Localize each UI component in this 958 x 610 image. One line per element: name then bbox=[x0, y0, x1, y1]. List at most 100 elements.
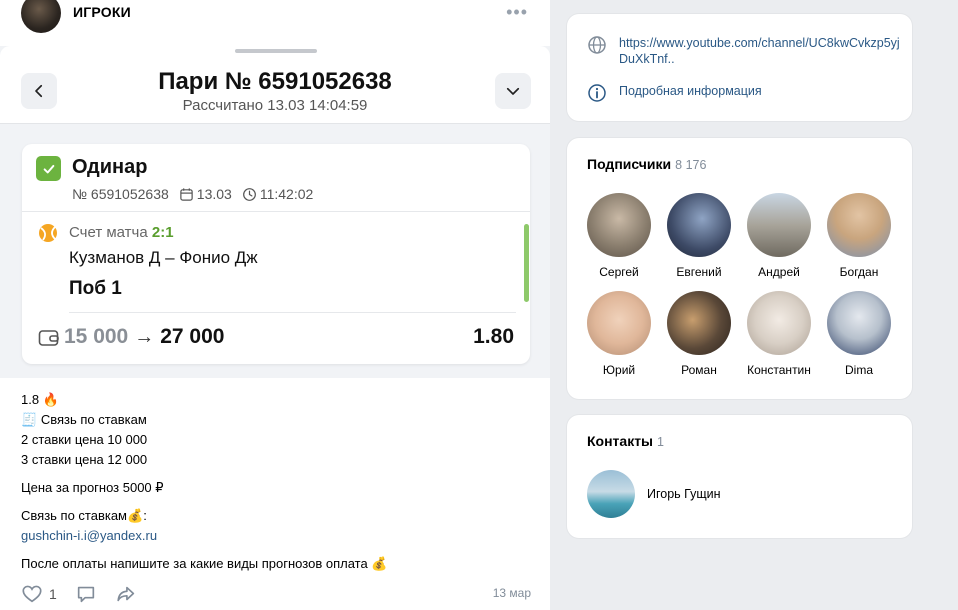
market-label: Счет матча 2:1 bbox=[69, 224, 174, 241]
subscribers-grid: Сергей Евгений Андрей Богдан Юрий Роман … bbox=[579, 193, 899, 377]
drag-handle bbox=[235, 49, 317, 53]
heart-icon bbox=[22, 585, 42, 603]
youtube-channel-link[interactable]: https://www.youtube.com/channel/UC8kwCvk… bbox=[619, 35, 904, 67]
email-link[interactable]: gushchin-i.i@yandex.ru bbox=[21, 528, 157, 543]
market-score: 2:1 bbox=[151, 224, 174, 241]
subscriber-name[interactable]: Богдан bbox=[840, 265, 879, 279]
money-bag-icon: 💰 bbox=[127, 508, 144, 523]
post-actions: 1 13 мар bbox=[21, 582, 531, 606]
like-button[interactable]: 1 bbox=[21, 583, 57, 605]
post-header: ИГРОКИ ••• bbox=[0, 0, 550, 46]
subscribers-widget: Подписчики 8 176 Сергей Евгений Андрей Бо… bbox=[567, 138, 912, 399]
contact-name[interactable]: Игорь Гущин bbox=[647, 487, 721, 501]
contact-item[interactable]: Игорь Гущин bbox=[587, 470, 721, 518]
comment-icon bbox=[77, 586, 94, 603]
globe-icon bbox=[588, 36, 606, 54]
divider bbox=[22, 211, 530, 212]
text-line: 2 ставки цена 10 000 bbox=[21, 432, 148, 447]
subscribers-label: Подписчики bbox=[587, 156, 672, 172]
money-bag-icon: 💰 bbox=[371, 556, 388, 571]
subscriber-item[interactable]: Андрей bbox=[739, 193, 819, 279]
payout-amount: 27 000 bbox=[160, 325, 225, 348]
subscriber-name[interactable]: Андрей bbox=[758, 265, 800, 279]
bet-time: 11:42:02 bbox=[259, 186, 314, 202]
detailed-info-link[interactable]: Подробная информация bbox=[619, 83, 904, 99]
subscribers-count: 8 176 bbox=[675, 158, 707, 172]
avatar[interactable] bbox=[827, 291, 891, 355]
subscriber-item[interactable]: Константин bbox=[739, 291, 819, 377]
subscriber-name[interactable]: Роман bbox=[681, 363, 717, 377]
avatar[interactable] bbox=[827, 193, 891, 257]
text-line: 1.8 bbox=[21, 392, 40, 407]
bet-type: Одинар bbox=[72, 156, 148, 178]
bet-meta: № 6591052638 13.03 11:42:02 bbox=[72, 186, 313, 202]
text-line: : bbox=[143, 508, 147, 523]
info-icon bbox=[588, 84, 606, 102]
share-button[interactable] bbox=[115, 583, 137, 605]
match-name: Кузманов Д – Фонио Дж bbox=[69, 248, 258, 267]
bet-screenshot: Пари № 6591052638 Рассчитано 13.03 14:04… bbox=[0, 46, 550, 378]
subscriber-item[interactable]: Dima bbox=[819, 291, 899, 377]
contacts-label: Контакты bbox=[587, 433, 654, 449]
odds-value: 1.80 bbox=[473, 325, 514, 348]
share-icon bbox=[117, 586, 134, 602]
expand-button[interactable] bbox=[495, 73, 531, 109]
subscriber-item[interactable]: Богдан bbox=[819, 193, 899, 279]
subscriber-item[interactable]: Юрий bbox=[579, 291, 659, 377]
bet-topbar: Пари № 6591052638 Рассчитано 13.03 14:04… bbox=[0, 46, 550, 124]
more-options-icon[interactable]: ••• bbox=[506, 2, 528, 23]
links-widget: https://www.youtube.com/channel/UC8kwCvk… bbox=[567, 14, 912, 121]
avatar[interactable] bbox=[587, 291, 651, 355]
bet-number: № 6591052638 bbox=[72, 186, 169, 202]
text-line: Цена за прогноз 5000 ₽ bbox=[21, 480, 164, 495]
post-text: 1.8 🔥 🧾 Связь по ставкам 2 ставки цена 1… bbox=[21, 390, 541, 574]
receipt-icon: 🧾 bbox=[21, 412, 38, 427]
stake-amount: 15 000 bbox=[64, 325, 129, 348]
clock-icon bbox=[242, 187, 256, 201]
website-link-row[interactable]: https://www.youtube.com/channel/UC8kwCvk… bbox=[587, 35, 904, 67]
chevron-down-icon bbox=[506, 87, 520, 95]
bet-card: Одинар № 6591052638 13.03 11:42:02 Счет … bbox=[22, 144, 530, 364]
subscriber-name[interactable]: Константин bbox=[747, 363, 811, 377]
post-author-name[interactable]: ИГРОКИ bbox=[73, 4, 131, 20]
contacts-title[interactable]: Контакты 1 bbox=[587, 433, 664, 449]
avatar[interactable] bbox=[587, 193, 651, 257]
info-link-row[interactable]: Подробная информация bbox=[587, 83, 904, 103]
avatar[interactable] bbox=[747, 193, 811, 257]
author-avatar[interactable] bbox=[21, 0, 61, 33]
avatar[interactable] bbox=[667, 291, 731, 355]
calendar-icon bbox=[180, 187, 193, 201]
comment-button[interactable] bbox=[75, 583, 97, 605]
post-date[interactable]: 13 мар bbox=[493, 586, 531, 600]
check-icon bbox=[36, 156, 61, 181]
avatar[interactable] bbox=[667, 193, 731, 257]
tennis-ball-icon bbox=[39, 224, 57, 242]
bet-outcome: Поб 1 bbox=[69, 278, 122, 299]
contacts-widget: Контакты 1 Игорь Гущин bbox=[567, 415, 912, 538]
arrow-right-icon: → bbox=[134, 325, 155, 348]
subscribers-title[interactable]: Подписчики 8 176 bbox=[587, 156, 706, 172]
bet-title: Пари № 6591052638 bbox=[158, 68, 392, 95]
subscriber-item[interactable]: Роман bbox=[659, 291, 739, 377]
wall-post: ИГРОКИ ••• Пари № 6591052638 Рассчитано … bbox=[0, 0, 550, 610]
stake-row: 15 000 → 27 000 bbox=[64, 325, 224, 349]
subscriber-item[interactable]: Евгений bbox=[659, 193, 739, 279]
like-count: 1 bbox=[49, 586, 57, 602]
subscriber-name[interactable]: Евгений bbox=[676, 265, 721, 279]
win-indicator bbox=[524, 224, 529, 302]
bet-date: 13.03 bbox=[196, 186, 232, 202]
subscriber-item[interactable]: Сергей bbox=[579, 193, 659, 279]
text-line: Связь по ставкам bbox=[21, 508, 127, 523]
wallet-icon bbox=[38, 330, 59, 346]
avatar[interactable] bbox=[747, 291, 811, 355]
subscriber-name[interactable]: Сергей bbox=[599, 265, 639, 279]
fire-icon: 🔥 bbox=[42, 392, 59, 407]
contacts-count: 1 bbox=[657, 435, 664, 449]
bet-settled-time: Рассчитано 13.03 14:04:59 bbox=[182, 97, 368, 114]
subscriber-name[interactable]: Dima bbox=[845, 363, 873, 377]
text-line: После оплаты напишите за какие виды прог… bbox=[21, 556, 368, 571]
divider bbox=[69, 312, 516, 313]
avatar[interactable] bbox=[587, 470, 635, 518]
subscriber-name[interactable]: Юрий bbox=[603, 363, 635, 377]
market-name: Счет матча bbox=[69, 224, 148, 241]
